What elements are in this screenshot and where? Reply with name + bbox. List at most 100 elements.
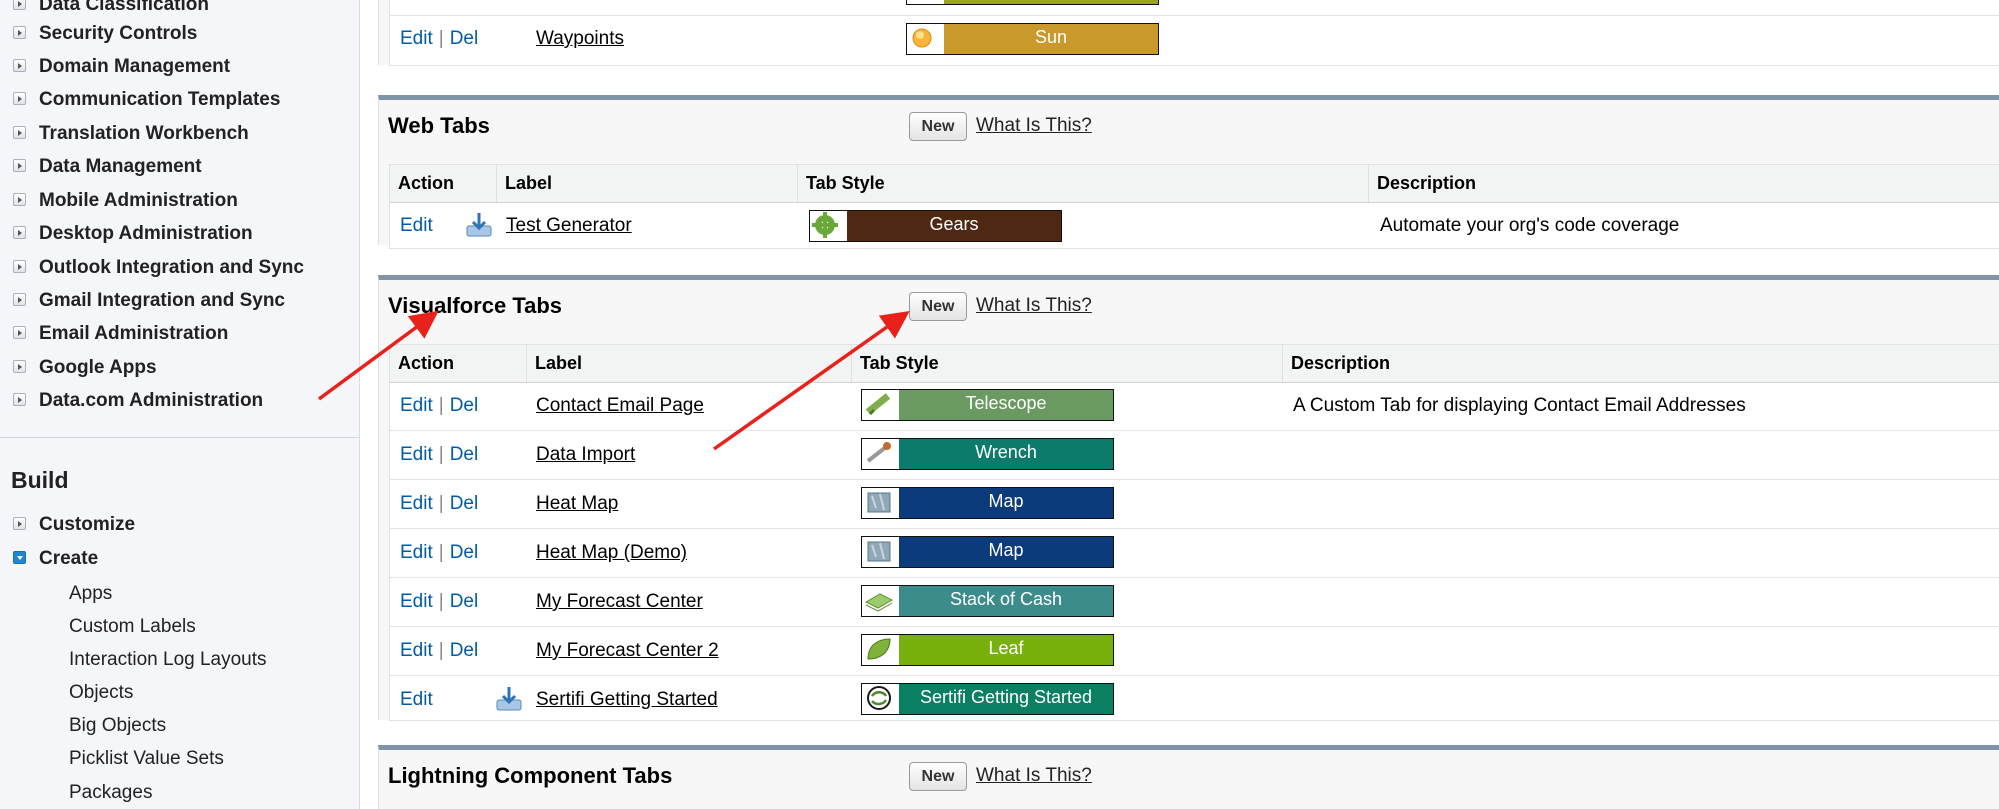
action-separator: | xyxy=(438,591,444,612)
row-actions: Edit | Del xyxy=(400,431,478,479)
delete-link[interactable]: Del xyxy=(450,28,479,49)
action-separator: | xyxy=(438,493,444,514)
edit-link[interactable]: Edit xyxy=(400,215,433,236)
table-row: Edit | Del Contact Email Page Telescope A … xyxy=(390,382,1999,431)
package-download-icon xyxy=(466,212,492,238)
table-header: Action Label Tab Style Description xyxy=(390,345,1999,383)
sidebar-item-label: Create xyxy=(39,548,99,569)
table-row: Edit | Del Heat Map Map xyxy=(390,480,1999,529)
tab-style-name: Gears xyxy=(929,214,979,234)
expand-icon[interactable] xyxy=(13,260,26,273)
web-tabs-table: Action Label Tab Style Description Edit … xyxy=(389,164,1999,249)
tab-label-link[interactable]: Heat Map (Demo) xyxy=(536,529,687,577)
tab-label-link[interactable]: My Forecast Center 2 xyxy=(536,627,719,675)
tab-label-link[interactable]: Data Import xyxy=(536,431,635,479)
expand-icon[interactable] xyxy=(13,393,26,406)
edit-link[interactable]: Edit xyxy=(400,28,433,49)
table-header: Action Label Tab Style Description xyxy=(390,165,1999,203)
table-row xyxy=(390,0,1999,16)
expand-icon[interactable] xyxy=(13,0,26,10)
sidebar-subitem-packages[interactable]: Packages xyxy=(69,782,152,804)
sidebar-item-label: Data Classification xyxy=(39,0,209,15)
delete-link[interactable]: Del xyxy=(450,640,479,661)
sidebar-subitem-picklist-value-sets[interactable]: Picklist Value Sets xyxy=(69,748,224,770)
sidebar-item-label: Customize xyxy=(39,514,136,535)
build-heading: Build xyxy=(11,467,69,493)
sidebar-subitem-custom-labels[interactable]: Custom Labels xyxy=(69,616,196,638)
delete-link[interactable]: Del xyxy=(450,395,479,416)
stack-of-cash-icon xyxy=(862,586,899,616)
expand-icon[interactable] xyxy=(13,92,26,105)
tab-label-link[interactable]: My Forecast Center xyxy=(536,578,703,626)
sidebar-item-label: Email Administration xyxy=(39,323,229,344)
delete-link[interactable]: Del xyxy=(450,444,479,465)
tab-label-link[interactable]: Waypoints xyxy=(536,15,624,63)
tab-style-name: Map xyxy=(988,540,1024,560)
tab-label-link[interactable]: Test Generator xyxy=(506,202,632,250)
col-label: Label xyxy=(496,165,797,202)
tab-style-name: Stack of Cash xyxy=(949,589,1063,609)
tab-label-link[interactable]: Contact Email Page xyxy=(536,382,704,430)
expand-icon[interactable] xyxy=(13,360,26,373)
edit-link[interactable]: Edit xyxy=(400,640,433,661)
table-row: Edit Sertifi Getting Started Sertifi Get… xyxy=(390,676,1999,724)
edit-link[interactable]: Edit xyxy=(400,444,433,465)
sidebar-item-label: Desktop Administration xyxy=(39,223,253,244)
what-is-this-link[interactable]: What Is This? xyxy=(976,765,1092,787)
collapse-icon[interactable] xyxy=(13,551,26,564)
sidebar-subitem-big-objects[interactable]: Big Objects xyxy=(69,715,166,737)
tab-style-name: Sun xyxy=(1034,27,1068,47)
expand-icon[interactable] xyxy=(13,159,26,172)
expand-icon[interactable] xyxy=(13,517,26,530)
delete-link[interactable]: Del xyxy=(450,493,479,514)
delete-link[interactable]: Del xyxy=(450,591,479,612)
gears-icon xyxy=(810,211,847,241)
package-download-icon xyxy=(496,686,522,712)
col-description: Description xyxy=(1282,345,1999,382)
sidebar-item-label: Domain Management xyxy=(39,56,231,77)
setup-sidebar: Data Classification Security Controls Do… xyxy=(0,0,360,809)
expand-icon[interactable] xyxy=(13,126,26,139)
tab-style-name: Leaf xyxy=(988,638,1024,658)
telescope-icon xyxy=(862,390,899,420)
expand-icon[interactable] xyxy=(13,326,26,339)
sidebar-item-label: Data.com Administration xyxy=(39,390,264,411)
edit-link[interactable]: Edit xyxy=(400,689,433,710)
action-separator: | xyxy=(438,395,444,416)
new-lightning-tab-button[interactable]: New xyxy=(909,762,967,791)
edit-link[interactable]: Edit xyxy=(400,493,433,514)
col-tab-style: Tab Style xyxy=(797,165,1368,202)
delete-link[interactable]: Del xyxy=(450,542,479,563)
what-is-this-link[interactable]: What Is This? xyxy=(976,115,1092,137)
expand-icon[interactable] xyxy=(13,193,26,206)
sidebar-subitem-interaction-log-layouts[interactable]: Interaction Log Layouts xyxy=(69,649,267,671)
sidebar-item-label: Security Controls xyxy=(39,23,198,44)
new-web-tab-button[interactable]: New xyxy=(909,112,967,141)
leaf-icon xyxy=(862,635,899,665)
tab-style-swatch: Map xyxy=(861,536,1114,568)
expand-icon[interactable] xyxy=(13,226,26,239)
tab-label-link[interactable]: Sertifi Getting Started xyxy=(536,676,718,724)
what-is-this-link[interactable]: What Is This? xyxy=(976,295,1092,317)
new-visualforce-tab-button[interactable]: New xyxy=(909,292,967,321)
sidebar-item-label: Mobile Administration xyxy=(39,190,238,211)
sidebar-subitem-apps[interactable]: Apps xyxy=(69,583,112,605)
action-separator: | xyxy=(438,640,444,661)
edit-link[interactable]: Edit xyxy=(400,591,433,612)
tab-style-name: Map xyxy=(988,491,1024,511)
edit-link[interactable]: Edit xyxy=(400,542,433,563)
expand-icon[interactable] xyxy=(13,26,26,39)
expand-icon[interactable] xyxy=(13,293,26,306)
sidebar-item-label: Data Management xyxy=(39,156,202,177)
action-separator: | xyxy=(438,28,444,49)
sidebar-item-label: Gmail Integration and Sync xyxy=(39,290,285,311)
edit-link[interactable]: Edit xyxy=(400,395,433,416)
expand-icon[interactable] xyxy=(13,59,26,72)
sidebar-subitem-objects[interactable]: Objects xyxy=(69,682,133,704)
row-actions: Edit | Del xyxy=(400,382,478,430)
web-tabs-title: Web Tabs xyxy=(388,113,490,138)
tab-label-link[interactable]: Heat Map xyxy=(536,480,618,528)
row-actions: Edit | Del xyxy=(400,627,478,675)
custom-object-tabs-table: Edit | Del Waypoints Sun xyxy=(389,0,1999,66)
col-action: Action xyxy=(398,353,454,373)
